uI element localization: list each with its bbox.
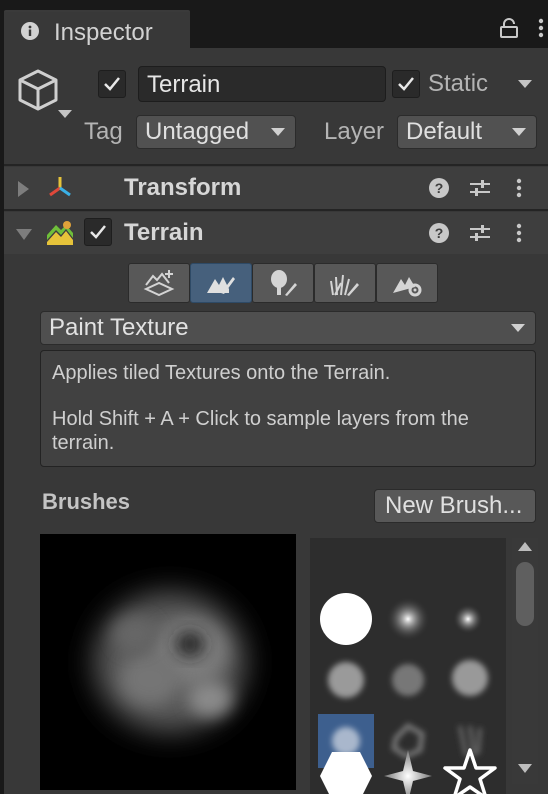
component-terrain[interactable]: Terrain ? <box>4 212 548 254</box>
static-dropdown-arrow[interactable] <box>518 80 532 88</box>
tag-dropdown[interactable]: Untagged <box>136 115 296 149</box>
paint-terrain-icon <box>207 277 235 294</box>
checkmark-icon <box>398 77 414 91</box>
scrollbar-thumb[interactable] <box>516 562 534 626</box>
help-text: Hold Shift + A + Click to sample layers … <box>52 408 469 430</box>
scroll-up-icon[interactable] <box>518 542 532 551</box>
help-icon[interactable]: ? <box>429 223 449 243</box>
cube-icon[interactable] <box>16 68 60 112</box>
foldout-arrow-icon[interactable] <box>16 229 32 240</box>
brush-grid-swatches <box>318 593 497 794</box>
static-checkbox[interactable] <box>392 70 420 98</box>
paint-trees-icon <box>271 270 297 296</box>
static-label: Static <box>428 70 489 97</box>
chevron-down-icon <box>511 324 525 332</box>
terrain-icon <box>47 221 73 245</box>
tab-title: Inspector <box>54 19 153 46</box>
component-transform[interactable]: Transform ? <box>4 167 548 209</box>
brushes-label: Brushes <box>42 489 131 514</box>
paint-trees-button[interactable] <box>252 263 314 303</box>
help-text: Applies tiled Textures onto the Terrain. <box>52 362 391 384</box>
inspector-panel: Terrain Static Tag Untagged Layer Defaul… <box>4 48 548 794</box>
brush-preview-image <box>94 592 246 732</box>
tab-inspector[interactable]: Inspector <box>4 10 190 48</box>
create-neighbor-terrains-button[interactable] <box>128 263 190 303</box>
brush-grid-scrollbar[interactable] <box>512 538 538 784</box>
brush-grid <box>310 538 506 794</box>
checkmark-icon <box>90 225 106 239</box>
tool-mode-value: Paint Texture <box>49 314 189 341</box>
transform-axes-icon <box>49 177 71 197</box>
presets-sliders-icon[interactable] <box>469 223 491 243</box>
paint-details-icon <box>330 274 359 296</box>
new-brush-button[interactable]: New Brush... <box>374 489 536 523</box>
help-box: Applies tiled Textures onto the Terrain.… <box>40 350 536 467</box>
component-title: Transform <box>124 174 242 201</box>
help-icon[interactable]: ? <box>429 178 449 198</box>
paint-terrain-button[interactable] <box>190 263 252 303</box>
divider <box>4 164 548 166</box>
icon-dropdown-arrow[interactable] <box>58 110 72 118</box>
tool-mode-dropdown[interactable]: Paint Texture <box>40 311 536 345</box>
object-name-field[interactable]: Terrain <box>138 66 386 102</box>
svg-text:?: ? <box>435 180 444 196</box>
terrain-enabled-checkbox[interactable] <box>84 218 112 246</box>
presets-sliders-icon[interactable] <box>469 178 491 198</box>
tab-bar: Inspector <box>0 0 548 48</box>
component-title: Terrain <box>124 219 204 246</box>
help-text: terrain. <box>52 432 115 454</box>
checkmark-icon <box>104 77 120 91</box>
tag-value: Untagged <box>145 118 250 145</box>
layer-label: Layer <box>324 118 385 145</box>
tag-label: Tag <box>84 118 123 145</box>
chevron-down-icon <box>271 128 285 136</box>
more-vertical-icon[interactable] <box>516 178 522 198</box>
terrain-settings-icon <box>393 277 422 297</box>
layer-dropdown[interactable]: Default <box>397 115 537 149</box>
active-checkbox[interactable] <box>98 70 126 98</box>
scroll-down-icon[interactable] <box>518 764 532 773</box>
info-icon <box>21 22 39 40</box>
lock-icon[interactable] <box>500 18 518 38</box>
divider <box>4 209 548 211</box>
brush-preview <box>40 534 296 790</box>
more-vertical-icon[interactable] <box>538 18 544 38</box>
paint-details-button[interactable] <box>314 263 376 303</box>
foldout-arrow-icon[interactable] <box>18 181 29 197</box>
chevron-down-icon <box>512 128 526 136</box>
more-vertical-icon[interactable] <box>516 223 522 243</box>
terrain-settings-button[interactable] <box>376 263 438 303</box>
terrain-toolbar <box>128 263 440 303</box>
terrain-add-icon <box>143 270 175 297</box>
layer-value: Default <box>406 118 483 145</box>
svg-text:?: ? <box>435 225 444 241</box>
